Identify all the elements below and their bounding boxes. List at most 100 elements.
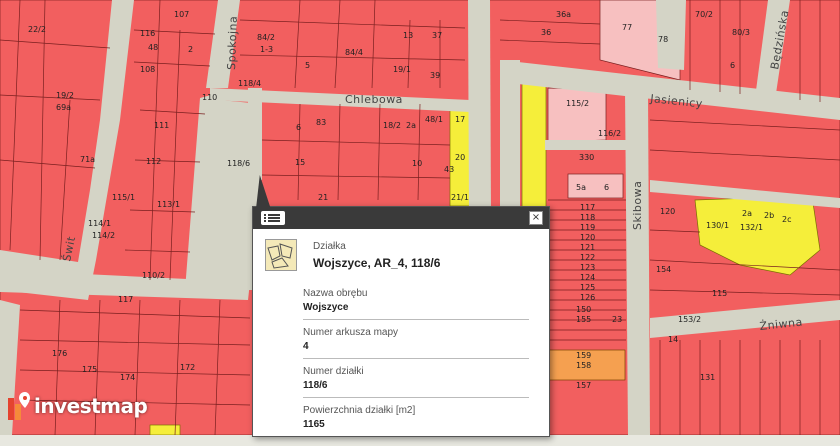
parcel-label: 131 <box>700 373 715 382</box>
logo-text: investmap <box>34 394 148 418</box>
parcel-label: 78 <box>658 35 668 44</box>
parcel-label: 124 <box>580 273 595 282</box>
parcel-label: 158 <box>576 361 591 370</box>
investmap-logo-icon <box>8 392 30 420</box>
parcel-label: 111 <box>154 121 169 130</box>
attribute-label: Numer arkusza mapy <box>303 327 399 338</box>
attribute-value: Wojszyce <box>303 302 349 313</box>
parcel-label: 71a <box>80 155 95 164</box>
parcel-label: 21 <box>318 193 328 202</box>
parcel-label: 2a <box>742 209 752 218</box>
parcel-info-popup: × Działka Wojszyce, AR_4, 118/6 Nazwa ob… <box>245 175 550 437</box>
attribute-value: 4 <box>303 341 309 352</box>
parcel-label: 36 <box>541 28 551 37</box>
parcel-label: 153/2 <box>678 315 701 324</box>
parcel-label: 155 <box>576 315 591 324</box>
parcel-label: 132/1 <box>740 223 763 232</box>
parcel-label: 125 <box>580 283 595 292</box>
parcel-label: 5 <box>305 61 310 70</box>
parcel-label: 84/2 <box>257 33 275 42</box>
parcel-label: 107 <box>174 10 189 19</box>
parcel-label: 330 <box>579 153 594 162</box>
parcel-label: 23 <box>612 315 622 324</box>
parcel-label: 19/1 <box>393 65 411 74</box>
parcel-title: Wojszyce, AR_4, 118/6 <box>313 256 441 270</box>
popup-body: Działka Wojszyce, AR_4, 118/6 Nazwa obrę… <box>253 229 549 446</box>
parcel-label: 20 <box>455 153 465 162</box>
parcel-label: 22/2 <box>28 25 46 34</box>
street-label-spokojna: Spokojna <box>225 16 240 71</box>
parcel-label: 37 <box>432 31 442 40</box>
close-icon[interactable]: × <box>529 211 543 225</box>
parcel-label: 70/2 <box>695 10 713 19</box>
parcel-label: 15 <box>295 158 305 167</box>
parcel-label: 114/2 <box>92 231 115 240</box>
parcel-label: 122 <box>580 253 595 262</box>
parcel-label: 84/4 <box>345 48 363 57</box>
parcel-label: 2a <box>406 121 416 130</box>
parcel-label: 2b <box>764 211 774 220</box>
parcel-label: 110/2 <box>142 271 165 280</box>
parcel-label: 83 <box>316 118 326 127</box>
parcel-label: 150 <box>576 305 591 314</box>
investmap-logo[interactable]: investmap <box>8 392 148 420</box>
parcel-attributes: Nazwa obrębu Wojszyce Numer arkusza mapy… <box>303 281 529 436</box>
street-label-skibowa: Skibowa <box>631 181 644 230</box>
parcel-label: 120 <box>660 207 675 216</box>
list-icon[interactable] <box>261 211 285 225</box>
parcel-label: 154 <box>656 265 671 274</box>
parcel-label: 21/1 <box>451 193 469 202</box>
parcel-label: 119 <box>580 223 595 232</box>
parcel-label: 77 <box>622 23 632 32</box>
parcel-label: 2c <box>782 215 792 224</box>
parcel-label: 48 <box>148 43 158 52</box>
parcel-label: 115 <box>712 289 727 298</box>
attribute-label: Nazwa obrębu <box>303 288 368 299</box>
parcel-label: 123 <box>580 263 595 272</box>
parcel-label: 43 <box>444 165 454 174</box>
parcel-label: 6 <box>730 61 735 70</box>
parcel-label: 18/2 <box>383 121 401 130</box>
parcel-label: 6 <box>296 123 301 132</box>
parcel-label: 118 <box>580 213 595 222</box>
parcel-label: 19/2 <box>56 91 74 100</box>
parcel-label: 13 <box>403 31 413 40</box>
parcel-label: 115/2 <box>566 99 589 108</box>
parcel-label: 176 <box>52 349 67 358</box>
parcel-thumbnail-icon <box>265 239 297 271</box>
parcel-label: 114/1 <box>88 219 111 228</box>
attribute-value: 118/6 <box>303 380 328 391</box>
attribute-label: Powierzchnia działki [m2] <box>303 405 416 416</box>
parcel-label: 69a <box>56 103 71 112</box>
attribute-row: Numer działki 118/6 <box>303 359 529 398</box>
parcel-label: 174 <box>120 373 135 382</box>
parcel-label: 113/1 <box>157 200 180 209</box>
parcel-label: 5a <box>576 183 586 192</box>
popup-header: × <box>253 207 549 229</box>
attribute-value: 1165 <box>303 419 325 430</box>
parcel-label: 175 <box>82 365 97 374</box>
parcel-label: 108 <box>140 65 155 74</box>
parcel-label: 110 <box>202 93 217 102</box>
attribute-label: Numer działki <box>303 366 364 377</box>
parcel-label: 14 <box>668 335 678 344</box>
parcel-label: 112 <box>146 157 161 166</box>
parcel-label: 2 <box>188 45 193 54</box>
street-label-chlebowa: Chlebowa <box>345 93 403 106</box>
attribute-row: Numer arkusza mapy 4 <box>303 320 529 359</box>
feature-type-label: Działka <box>313 241 346 252</box>
parcel-label: 17 <box>455 115 465 124</box>
parcel-label: 126 <box>580 293 595 302</box>
parcel-label: 36a <box>556 10 571 19</box>
parcel-label: 48/1 <box>425 115 443 124</box>
attribute-row: Nazwa obrębu Wojszyce <box>303 281 529 320</box>
parcel-label: 120 <box>580 233 595 242</box>
parcel-label: 157 <box>576 381 591 390</box>
parcel-label: 116 <box>140 29 155 38</box>
parcel-label: 118/4 <box>238 79 261 88</box>
parcel-label: 6 <box>604 183 609 192</box>
parcel-label: 117 <box>580 203 595 212</box>
parcel-label: 116/2 <box>598 129 621 138</box>
parcel-label: 1-3 <box>260 45 273 54</box>
parcel-label: 39 <box>430 71 440 80</box>
